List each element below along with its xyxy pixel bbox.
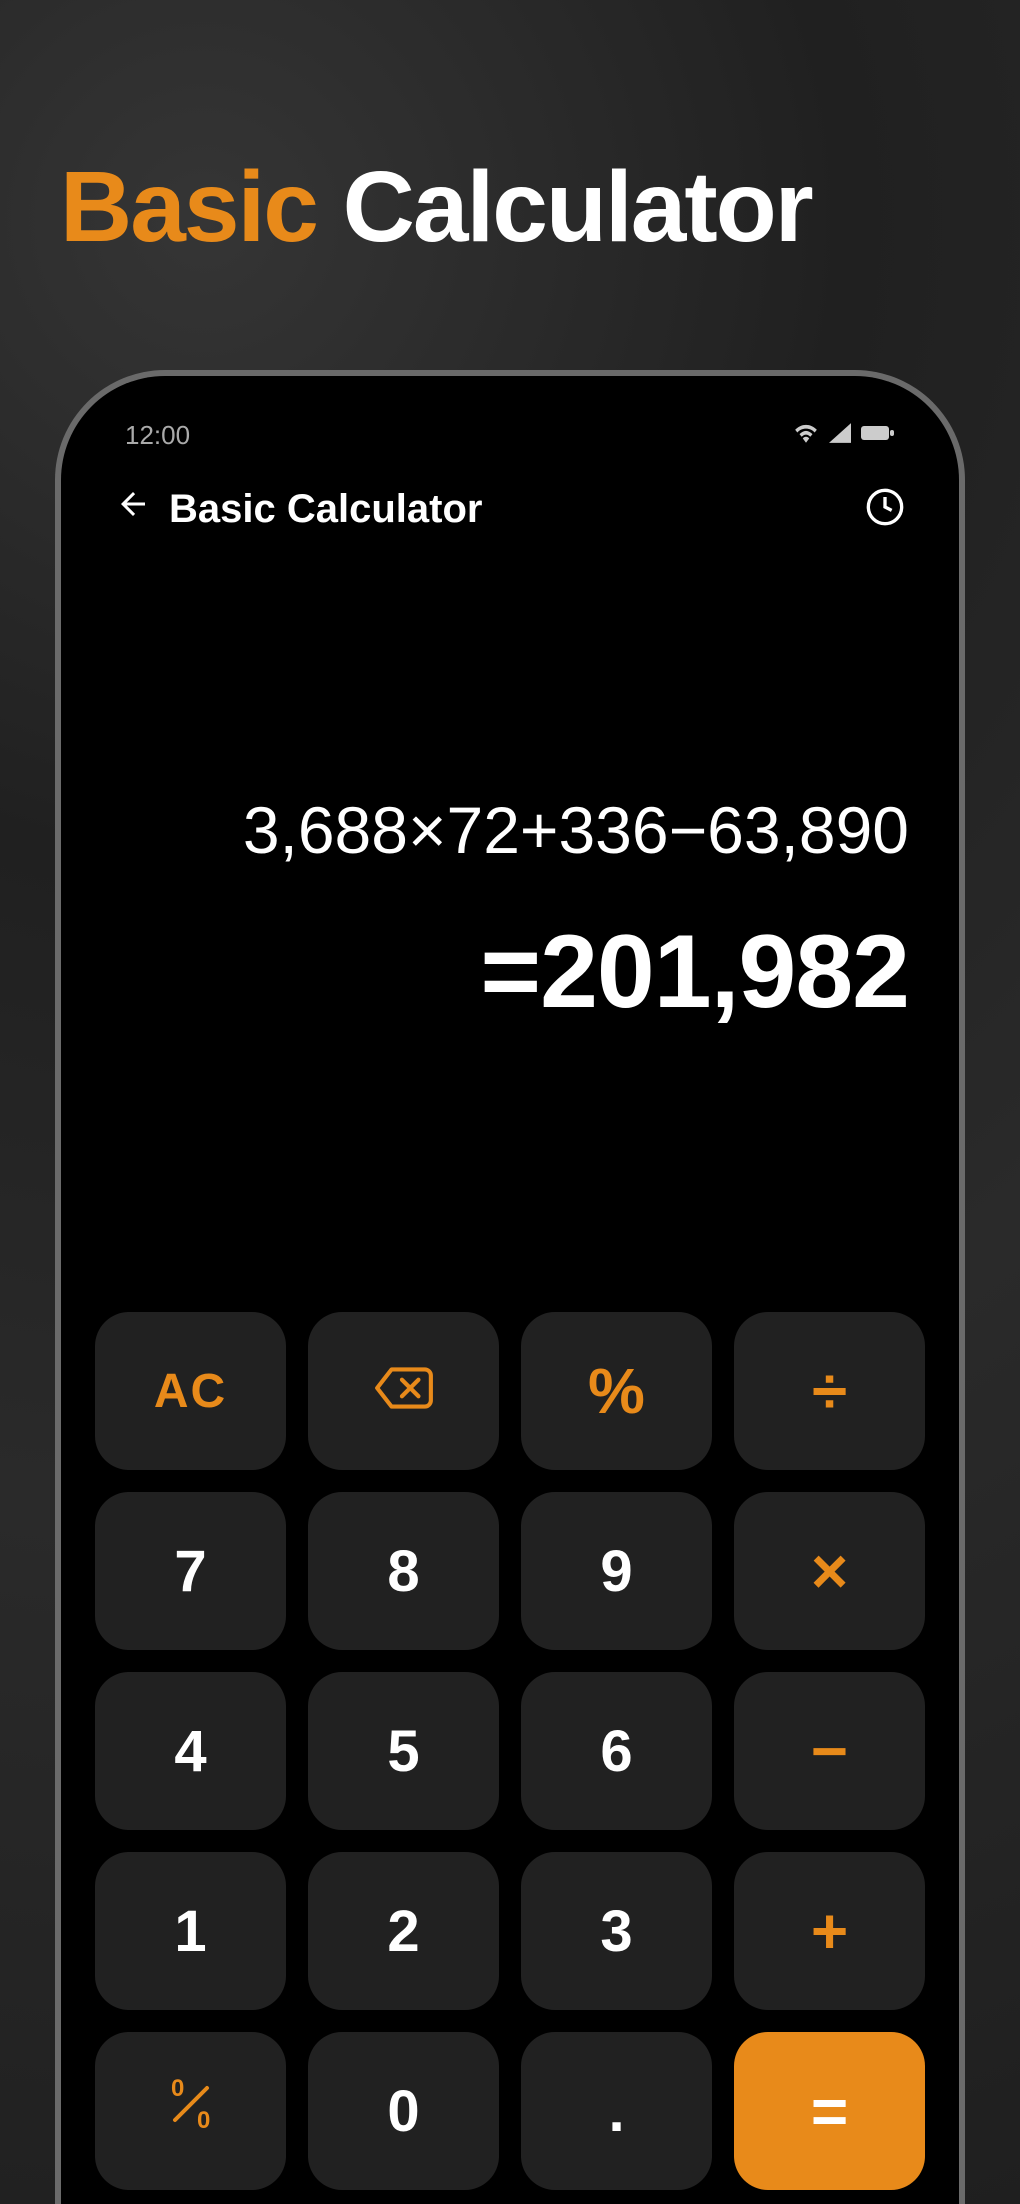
key-4[interactable]: 4 bbox=[95, 1672, 286, 1830]
promo-accent: Basic bbox=[60, 151, 317, 263]
display-area: 3,688×72+336−63,890 =201,982 bbox=[75, 558, 945, 1302]
screen-title: Basic Calculator bbox=[169, 487, 482, 532]
key-6[interactable]: 6 bbox=[521, 1672, 712, 1830]
expression-text: 3,688×72+336−63,890 bbox=[111, 788, 909, 874]
status-bar: 12:00 bbox=[75, 390, 945, 460]
status-time: 12:00 bbox=[125, 420, 190, 451]
divide-icon: ÷ bbox=[812, 1354, 847, 1428]
result-text: =201,982 bbox=[111, 913, 909, 1032]
phone-frame: 12:00 Basic Calculator bbox=[55, 370, 965, 2204]
key-7[interactable]: 7 bbox=[95, 1492, 286, 1650]
key-percent[interactable]: % bbox=[521, 1312, 712, 1470]
fraction-icon: 0 0 bbox=[161, 2074, 221, 2148]
phone-screen: 12:00 Basic Calculator bbox=[75, 390, 945, 2190]
back-arrow-icon[interactable] bbox=[115, 486, 151, 532]
app-header: Basic Calculator bbox=[75, 460, 945, 558]
key-ac[interactable]: AC bbox=[95, 1312, 286, 1470]
promo-title: Basic Calculator bbox=[0, 0, 1020, 265]
svg-text:0: 0 bbox=[171, 2075, 184, 2102]
promo-rest: Calculator bbox=[343, 151, 812, 263]
key-9[interactable]: 9 bbox=[521, 1492, 712, 1650]
history-icon[interactable] bbox=[865, 487, 905, 532]
key-divide[interactable]: ÷ bbox=[734, 1312, 925, 1470]
key-5[interactable]: 5 bbox=[308, 1672, 499, 1830]
signal-icon bbox=[829, 423, 851, 448]
key-2[interactable]: 2 bbox=[308, 1852, 499, 2010]
equals-icon: = bbox=[811, 2074, 848, 2148]
percent-icon: % bbox=[588, 1354, 645, 1428]
wifi-icon bbox=[793, 423, 819, 448]
keypad: AC % ÷ 7 8 9 × 4 5 6 − 1 2 3 + bbox=[75, 1302, 945, 2190]
key-dot[interactable]: . bbox=[521, 2032, 712, 2190]
key-equals[interactable]: = bbox=[734, 2032, 925, 2190]
key-multiply[interactable]: × bbox=[734, 1492, 925, 1650]
svg-text:0: 0 bbox=[197, 2107, 210, 2134]
key-1[interactable]: 1 bbox=[95, 1852, 286, 2010]
key-minus[interactable]: − bbox=[734, 1672, 925, 1830]
key-fraction[interactable]: 0 0 bbox=[95, 2032, 286, 2190]
key-3[interactable]: 3 bbox=[521, 1852, 712, 2010]
key-backspace[interactable] bbox=[308, 1312, 499, 1470]
key-8[interactable]: 8 bbox=[308, 1492, 499, 1650]
multiply-icon: × bbox=[811, 1534, 848, 1608]
minus-icon: − bbox=[811, 1714, 848, 1788]
status-icons bbox=[793, 423, 895, 448]
plus-icon: + bbox=[811, 1894, 848, 1968]
key-plus[interactable]: + bbox=[734, 1852, 925, 2010]
backspace-icon bbox=[373, 1358, 435, 1425]
battery-icon bbox=[861, 424, 895, 447]
key-0[interactable]: 0 bbox=[308, 2032, 499, 2190]
